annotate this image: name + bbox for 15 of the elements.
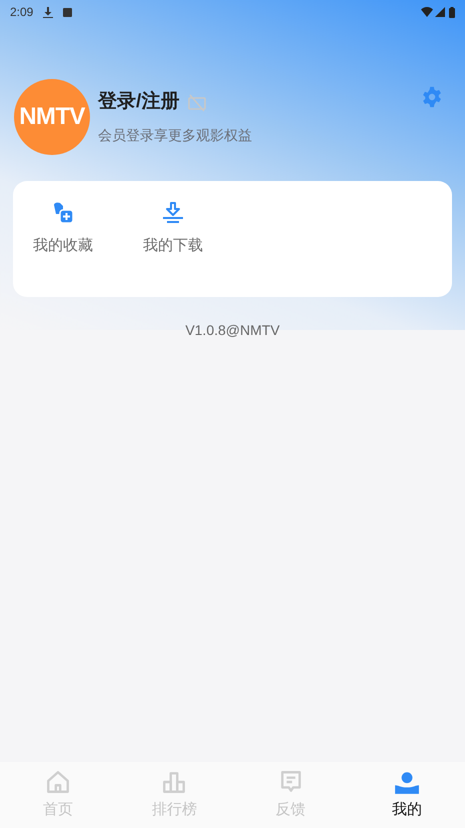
home-icon xyxy=(45,768,72,795)
add-collection-icon xyxy=(51,201,75,225)
login-link[interactable]: 登录/注册 xyxy=(98,88,180,117)
battery-icon xyxy=(449,6,455,18)
nav-tab[interactable]: 我的 xyxy=(348,762,465,828)
version-text: V1.0.8@NMTV xyxy=(185,321,280,340)
download-icon xyxy=(161,201,185,225)
status-time: 2:09 xyxy=(10,4,34,21)
signal-icon xyxy=(435,7,445,17)
settings-icon[interactable] xyxy=(421,86,443,108)
download-icon xyxy=(43,6,54,18)
wifi-icon xyxy=(421,7,433,17)
shortcut-item[interactable]: 我的收藏 xyxy=(27,201,99,258)
shortcut-item[interactable]: 我的下载 xyxy=(137,201,209,258)
subtitle: 会员登录享更多观影权益 xyxy=(98,126,253,145)
